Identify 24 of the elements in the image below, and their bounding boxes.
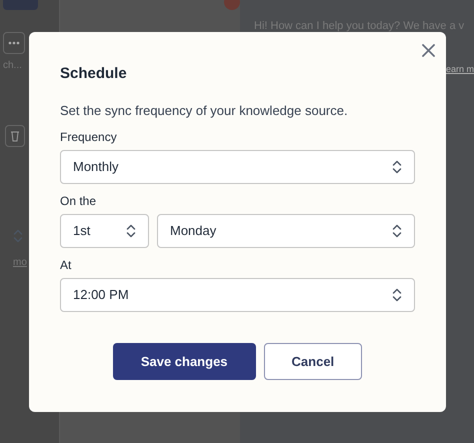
- more-button[interactable]: [3, 32, 25, 54]
- select-field[interactable]: 12:00 PM: [60, 278, 415, 312]
- up-down-chevron-icon: [392, 224, 402, 238]
- chat-link[interactable]: earn m: [446, 62, 474, 76]
- avatar-icon: [224, 0, 240, 10]
- field-label: At: [60, 258, 72, 273]
- select-field[interactable]: Monthly: [60, 150, 415, 184]
- up-down-chevron-icon: [13, 229, 23, 243]
- select-field[interactable]: Monday: [157, 214, 415, 248]
- select-field[interactable]: 1st: [60, 214, 149, 248]
- close-button[interactable]: [420, 42, 436, 58]
- field-label: Frequency: [60, 130, 118, 145]
- up-down-chevron-icon: [392, 288, 402, 302]
- close-icon: [422, 44, 434, 56]
- trash-icon: [10, 130, 20, 142]
- more-icon: [8, 41, 20, 45]
- up-down-chevron-icon: [126, 224, 136, 238]
- save-button[interactable]: Save changes: [112, 343, 256, 380]
- trash-button[interactable]: [5, 125, 25, 147]
- cancel-button[interactable]: Cancel: [264, 343, 362, 380]
- dialog-title: Schedule: [60, 64, 128, 84]
- up-down-chevron-icon: [392, 160, 402, 174]
- field-label: On the: [60, 194, 98, 209]
- dialog-description: Set the sync frequency of your knowledge source.: [60, 102, 349, 120]
